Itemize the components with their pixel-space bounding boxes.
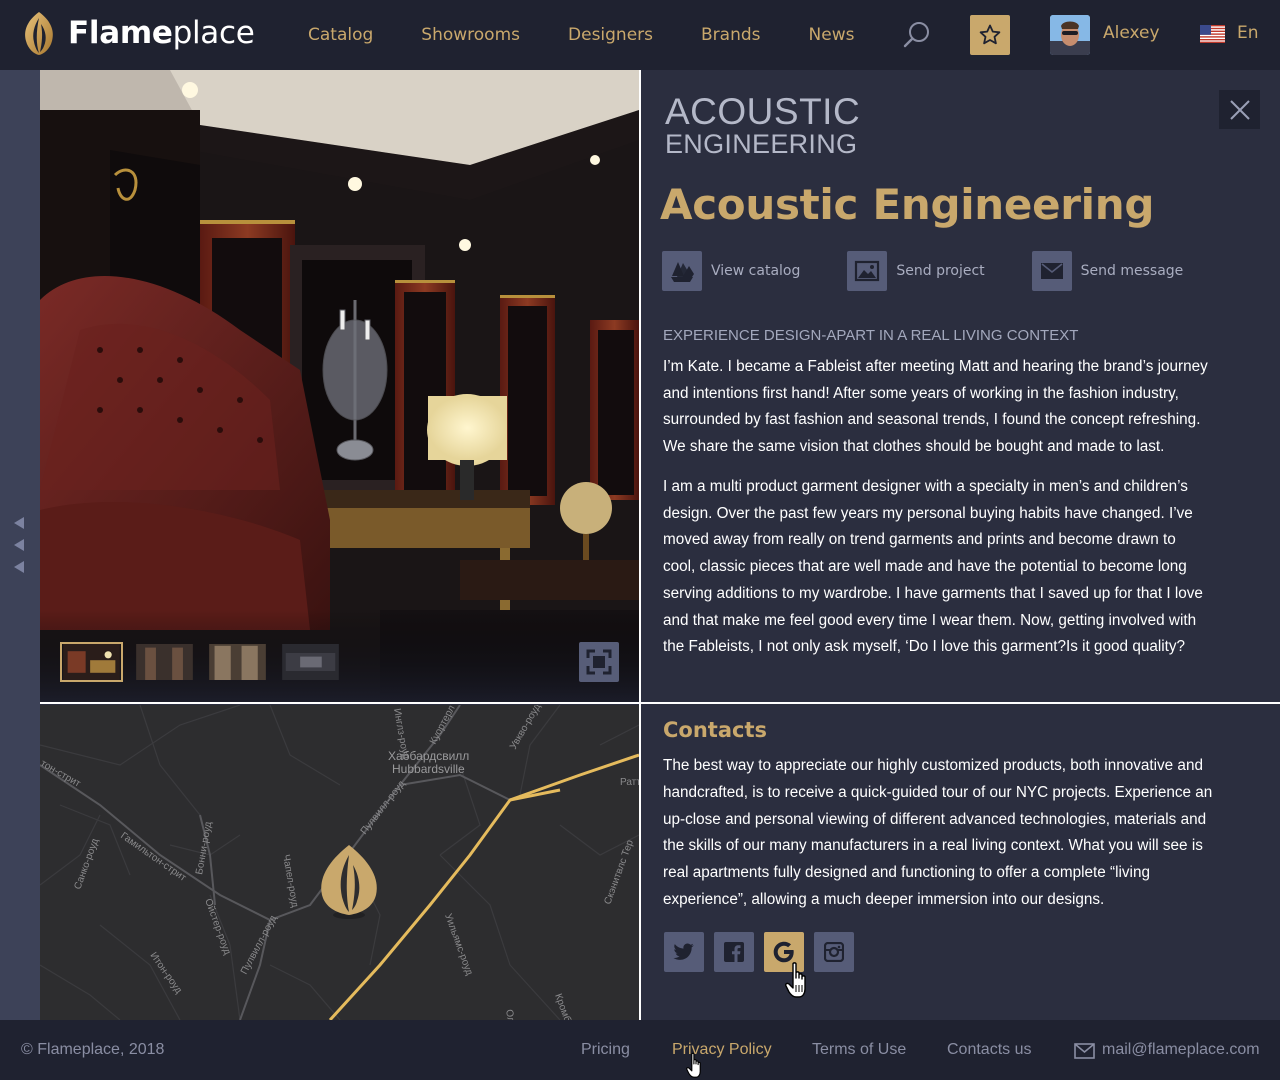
text-line: I am a multi product garment designer wi… — [663, 478, 1188, 495]
twitter-button[interactable] — [664, 932, 704, 972]
avatar-photo — [1050, 15, 1090, 55]
fullscreen-button[interactable] — [579, 642, 619, 682]
favorites-button[interactable] — [970, 15, 1010, 55]
text-line: cool, classic pieces that are well made … — [663, 558, 1187, 576]
nav-catalog[interactable]: Catalog — [308, 25, 373, 45]
mail-icon — [1074, 1043, 1095, 1059]
text-line: the Fableists, I not only ask myself, ‘D… — [663, 638, 1186, 656]
nav-brands[interactable]: Brands — [701, 25, 761, 45]
search-icon[interactable] — [902, 20, 932, 50]
about-paragraph-2: I am a multi product garment designer wi… — [663, 474, 1258, 661]
view-catalog-label: View catalog — [711, 263, 801, 279]
footer-link-contacts-us[interactable]: Contacts us — [947, 1041, 1031, 1059]
text-line: moved away from really on trend garments… — [663, 531, 1176, 549]
top-header: Flameplace Catalog Showrooms Designers B… — [0, 0, 1280, 70]
footer-link-terms-of-use[interactable]: Terms of Use — [812, 1041, 906, 1059]
logo-wordmark: Flameplace — [68, 15, 255, 51]
text-line: We share the same vision that clothes sh… — [663, 438, 1165, 456]
facebook-button[interactable] — [714, 932, 754, 972]
flameplace-logo[interactable]: Flameplace — [22, 10, 255, 56]
send-message-label: Send message — [1080, 263, 1184, 279]
brand-info-panel: ACOUSTIC ENGINEERING Acoustic Engineerin… — [641, 70, 1280, 702]
brand-logo-line1: ACOUSTIC — [665, 91, 861, 132]
hand-cursor-icon — [686, 1052, 701, 1078]
gallery-thumbnail[interactable] — [60, 642, 123, 682]
catalog-swatches-icon — [662, 251, 702, 291]
text-line: The best way to appreciate our highly cu… — [663, 757, 1203, 774]
map-label: Hubbardsville — [392, 762, 465, 776]
instagram-button[interactable] — [814, 932, 854, 972]
main-nav: Catalog Showrooms Designers Brands News — [308, 0, 902, 70]
send-project-button[interactable]: Send project — [847, 251, 985, 291]
language-selector[interactable]: En — [1237, 23, 1259, 43]
gallery-thumbnail[interactable] — [279, 642, 342, 682]
gallery-thumbnail[interactable] — [206, 642, 269, 682]
footer-email-link[interactable]: mail@flameplace.com — [1102, 1041, 1260, 1059]
user-name[interactable]: Alexey — [1103, 23, 1160, 43]
send-project-label: Send project — [896, 263, 985, 279]
brand-logo: ACOUSTIC ENGINEERING — [665, 91, 861, 159]
send-message-button[interactable]: Send message — [1031, 251, 1184, 291]
contacts-description: The best way to appreciate our highly cu… — [663, 753, 1263, 914]
nav-designers[interactable]: Designers — [568, 25, 653, 45]
nav-news[interactable]: News — [809, 25, 855, 45]
view-catalog-button[interactable]: View catalog — [662, 251, 800, 291]
text-line: experience”, allowing a much deeper imme… — [663, 890, 1105, 908]
section-tagline: EXPERIENCE DESIGN-APART IN A REAL LIVING… — [663, 327, 1079, 344]
close-button[interactable] — [1219, 90, 1260, 129]
map-label: Ол — [503, 1009, 516, 1020]
copyright-text: © Flameplace, 2018 — [21, 1041, 165, 1058]
nav-showrooms[interactable]: Showrooms — [421, 25, 520, 45]
contacts-panel: Contacts The best way to appreciate our … — [641, 704, 1280, 1020]
text-line: I’m Kate. I became a Fableist after meet… — [663, 358, 1208, 375]
contacts-title: Contacts — [663, 718, 767, 742]
text-line: surrounded by fast fashion and seasonal … — [663, 411, 1201, 429]
map-label: Ратт — [620, 777, 639, 788]
star-icon — [979, 24, 1001, 45]
instagram-icon — [824, 942, 844, 962]
page-footer: © Flameplace, 2018 Pricing Privacy Polic… — [0, 1020, 1280, 1080]
location-map[interactable]: Хаббардсвилл Hubbardsville Гамильтон-стр… — [40, 705, 639, 1020]
gallery-thumbnail[interactable] — [133, 642, 196, 682]
brand-actions: View catalog Send project Send message — [662, 251, 1230, 291]
collapse-arrow-icon[interactable] — [14, 517, 24, 529]
fullscreen-icon — [586, 649, 612, 675]
project-gallery — [40, 70, 639, 702]
text-line: real apartments fully designed and funct… — [663, 864, 1150, 882]
text-line: and that make me feel good every time I … — [663, 611, 1197, 629]
social-links — [664, 932, 864, 972]
facebook-icon — [724, 942, 744, 962]
user-avatar[interactable] — [1050, 15, 1090, 55]
envelope-icon — [1031, 251, 1072, 291]
hand-cursor-icon — [785, 962, 806, 998]
brand-logo-line2: ENGINEERING — [665, 129, 858, 159]
brand-title: Acoustic Engineering — [660, 180, 1155, 229]
text-line: up-close and personal viewing of differe… — [663, 810, 1207, 828]
interior-photo — [40, 70, 639, 702]
close-icon — [1229, 99, 1250, 120]
text-line: design. Over the past few years my perso… — [663, 504, 1193, 522]
collapse-arrow-icon[interactable] — [14, 561, 24, 573]
flame-logo-icon — [25, 12, 53, 55]
about-paragraph-1: I’m Kate. I became a Fableist after meet… — [663, 354, 1258, 461]
footer-link-pricing[interactable]: Pricing — [581, 1041, 630, 1059]
thumbnail-strip — [60, 642, 352, 682]
text-line: handcrafted, is to receive a quick-guide… — [663, 783, 1213, 801]
text-line: and intentions first hand! After some ye… — [663, 384, 1179, 402]
text-line: the skills of our many manufacturers in … — [663, 837, 1203, 855]
us-flag-icon[interactable] — [1200, 25, 1225, 43]
side-rail — [0, 70, 40, 1020]
twitter-icon — [673, 943, 694, 960]
map-canvas: Хаббардсвилл Hubbardsville Гамильтон-стр… — [40, 705, 639, 1020]
text-line: serving additions to my wardrobe. I have… — [663, 584, 1203, 602]
image-icon — [847, 251, 888, 291]
collapse-arrow-icon[interactable] — [14, 539, 24, 551]
